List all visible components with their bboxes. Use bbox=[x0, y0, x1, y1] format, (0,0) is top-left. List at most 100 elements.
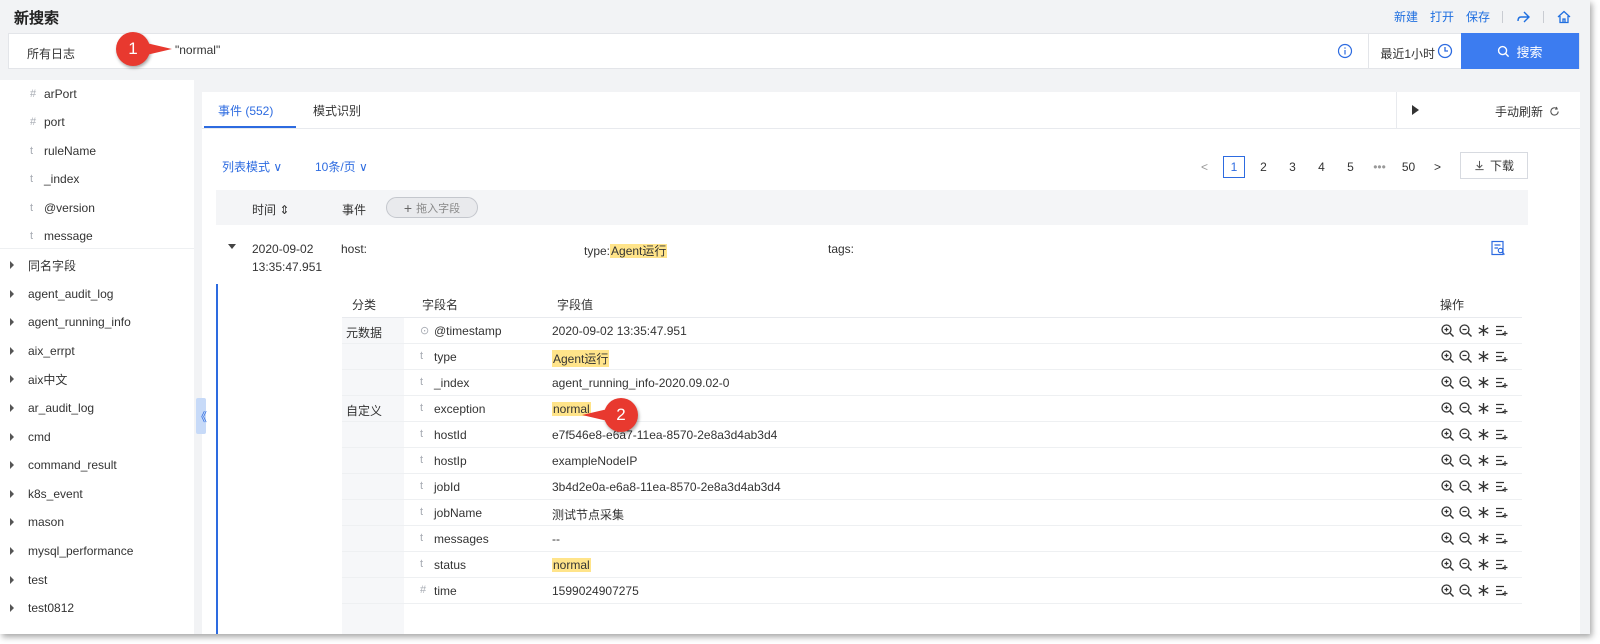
zoom-out-icon[interactable] bbox=[1458, 375, 1473, 390]
sidebar-field[interactable]: # arPort bbox=[30, 84, 77, 104]
add-column-icon[interactable] bbox=[1494, 375, 1509, 390]
zoom-out-icon[interactable] bbox=[1458, 323, 1473, 338]
zoom-in-icon[interactable] bbox=[1440, 531, 1455, 546]
field-value[interactable]: agent_running_info-2020.09.02-0 bbox=[552, 376, 729, 390]
asterisk-icon[interactable] bbox=[1476, 531, 1491, 546]
zoom-out-icon[interactable] bbox=[1458, 531, 1473, 546]
sidebar-group[interactable]: test0812 bbox=[10, 598, 74, 618]
play-button[interactable] bbox=[1396, 92, 1434, 128]
sidebar-group[interactable]: ar_audit_log bbox=[10, 398, 94, 418]
zoom-out-icon[interactable] bbox=[1458, 505, 1473, 520]
add-column-icon[interactable] bbox=[1494, 453, 1509, 468]
sidebar-group[interactable]: cmd bbox=[10, 427, 51, 447]
page-5-button[interactable]: 5 bbox=[1336, 160, 1365, 174]
field-value[interactable]: exampleNodeIP bbox=[552, 454, 637, 468]
page-4-button[interactable]: 4 bbox=[1307, 160, 1336, 174]
asterisk-icon[interactable] bbox=[1476, 375, 1491, 390]
collapse-icon[interactable] bbox=[228, 244, 236, 249]
asterisk-icon[interactable] bbox=[1476, 401, 1491, 416]
asterisk-icon[interactable] bbox=[1476, 453, 1491, 468]
page-50-button[interactable]: 50 bbox=[1394, 160, 1423, 174]
sidebar-group[interactable]: 同名字段 bbox=[10, 255, 76, 275]
zoom-in-icon[interactable] bbox=[1440, 401, 1455, 416]
asterisk-icon[interactable] bbox=[1476, 583, 1491, 598]
add-column-icon[interactable] bbox=[1494, 505, 1509, 520]
time-range-selector[interactable]: 最近1小时 bbox=[1380, 45, 1435, 62]
search-input[interactable]: "normal" bbox=[175, 43, 220, 57]
new-button[interactable]: 新建 bbox=[1394, 8, 1418, 25]
search-button[interactable]: 搜索 bbox=[1461, 33, 1579, 69]
field-value[interactable]: 测试节点采集 bbox=[552, 506, 624, 523]
add-field-button[interactable]: + 拖入字段 bbox=[386, 197, 478, 218]
sidebar-field[interactable]: # port bbox=[30, 112, 65, 132]
zoom-in-icon[interactable] bbox=[1440, 583, 1455, 598]
home-icon[interactable] bbox=[1556, 9, 1572, 25]
asterisk-icon[interactable] bbox=[1476, 349, 1491, 364]
more-pages-button[interactable]: ••• bbox=[1365, 160, 1394, 174]
zoom-in-icon[interactable] bbox=[1440, 505, 1455, 520]
zoom-in-icon[interactable] bbox=[1440, 375, 1455, 390]
asterisk-icon[interactable] bbox=[1476, 323, 1491, 338]
sidebar-group[interactable]: aix中文 bbox=[10, 369, 67, 389]
zoom-in-icon[interactable] bbox=[1440, 427, 1455, 442]
save-button[interactable]: 保存 bbox=[1466, 8, 1490, 25]
page-3-button[interactable]: 3 bbox=[1278, 160, 1307, 174]
zoom-in-icon[interactable] bbox=[1440, 479, 1455, 494]
sidebar-field[interactable]: t message bbox=[30, 226, 93, 246]
tab-events[interactable]: 事件 (552) bbox=[218, 102, 273, 119]
zoom-out-icon[interactable] bbox=[1458, 453, 1473, 468]
add-column-icon[interactable] bbox=[1494, 557, 1509, 572]
sidebar-group[interactable]: agent_audit_log bbox=[10, 284, 113, 304]
next-page-button[interactable]: > bbox=[1423, 160, 1452, 174]
field-value[interactable]: 3b4d2e0a-e6a8-11ea-8570-2e8a3d4ab3d4 bbox=[552, 480, 781, 494]
log-scope-selector[interactable]: 所有日志 bbox=[27, 45, 75, 62]
view-mode-selector[interactable]: 列表模式 ∨ bbox=[222, 158, 282, 175]
table-row[interactable]: 2020-09-02 13:35:47.951 host: type:Agent… bbox=[216, 232, 1528, 282]
asterisk-icon[interactable] bbox=[1476, 505, 1491, 520]
event-detail-icon[interactable] bbox=[1490, 240, 1506, 256]
asterisk-icon[interactable] bbox=[1476, 557, 1491, 572]
share-icon[interactable] bbox=[1515, 9, 1531, 25]
zoom-out-icon[interactable] bbox=[1458, 557, 1473, 572]
field-value[interactable]: -- bbox=[552, 532, 560, 546]
sidebar-field[interactable]: t @version bbox=[30, 198, 95, 218]
clock-icon[interactable] bbox=[1437, 43, 1453, 59]
zoom-out-icon[interactable] bbox=[1458, 401, 1473, 416]
sidebar-group[interactable]: aix_errpt bbox=[10, 341, 75, 361]
sidebar-group[interactable]: agent_running_info bbox=[10, 312, 131, 332]
zoom-in-icon[interactable] bbox=[1440, 349, 1455, 364]
tab-pattern-recognition[interactable]: 模式识别 bbox=[313, 102, 361, 119]
time-column-header[interactable]: 时间 ⇕ bbox=[252, 201, 289, 218]
asterisk-icon[interactable] bbox=[1476, 479, 1491, 494]
sidebar-field[interactable]: t ruleName bbox=[30, 141, 96, 161]
open-button[interactable]: 打开 bbox=[1430, 8, 1454, 25]
prev-page-button[interactable]: < bbox=[1190, 160, 1219, 174]
sidebar-field[interactable]: t _index bbox=[30, 169, 79, 189]
field-value[interactable]: normal bbox=[552, 558, 591, 572]
field-value[interactable]: e7f546e8-e6a7-11ea-8570-2e8a3d4ab3d4 bbox=[552, 428, 777, 442]
add-column-icon[interactable] bbox=[1494, 479, 1509, 494]
manual-refresh-button[interactable]: 手动刷新 bbox=[1495, 103, 1560, 120]
sidebar-group[interactable]: test bbox=[10, 570, 47, 590]
field-value[interactable]: 2020-09-02 13:35:47.951 bbox=[552, 324, 687, 338]
zoom-out-icon[interactable] bbox=[1458, 479, 1473, 494]
download-button[interactable]: 下载 bbox=[1460, 152, 1528, 179]
zoom-in-icon[interactable] bbox=[1440, 453, 1455, 468]
asterisk-icon[interactable] bbox=[1476, 427, 1491, 442]
zoom-out-icon[interactable] bbox=[1458, 583, 1473, 598]
add-column-icon[interactable] bbox=[1494, 583, 1509, 598]
add-column-icon[interactable] bbox=[1494, 531, 1509, 546]
zoom-in-icon[interactable] bbox=[1440, 323, 1455, 338]
info-icon[interactable] bbox=[1337, 43, 1353, 59]
zoom-in-icon[interactable] bbox=[1440, 557, 1455, 572]
page-size-selector[interactable]: 10条/页 ∨ bbox=[315, 158, 368, 175]
sidebar-group[interactable]: command_result bbox=[10, 455, 117, 475]
add-column-icon[interactable] bbox=[1494, 427, 1509, 442]
page-1-button[interactable]: 1 bbox=[1223, 156, 1245, 178]
add-column-icon[interactable] bbox=[1494, 323, 1509, 338]
zoom-out-icon[interactable] bbox=[1458, 349, 1473, 364]
sidebar-collapse-button[interactable]: 《 bbox=[195, 398, 207, 434]
field-value[interactable]: Agent运行 bbox=[552, 350, 610, 367]
add-column-icon[interactable] bbox=[1494, 401, 1509, 416]
sidebar-group[interactable]: mason bbox=[10, 512, 64, 532]
